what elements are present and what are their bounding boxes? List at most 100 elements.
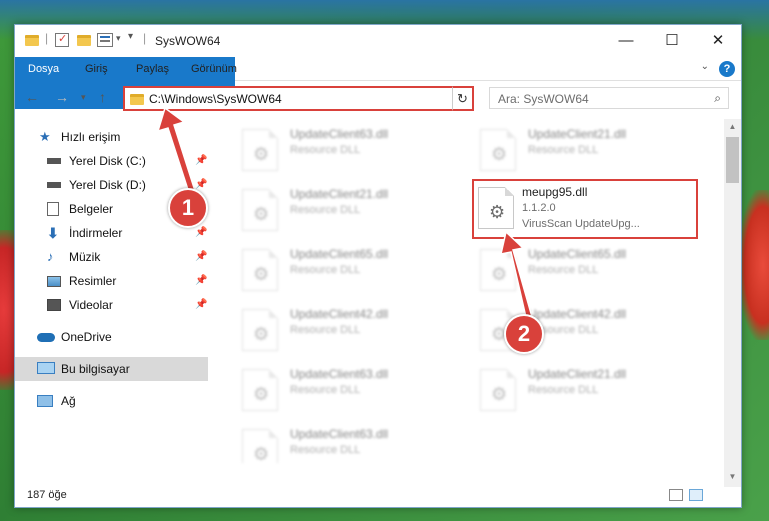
up-button[interactable]: ↑	[99, 89, 106, 105]
file-description: Resource DLL	[290, 384, 361, 396]
explorer-window: | ✓ ▾ ▾ | SysWOW64 — ☐ ✕ Dosya Giriş Pay…	[14, 24, 742, 508]
sidebar-item-quick-access[interactable]: ★ Hızlı erişim	[15, 125, 208, 149]
music-icon: ♪	[47, 249, 54, 264]
search-input[interactable]: Ara: SysWOW64 ⌕	[489, 87, 729, 109]
file-name: UpdateClient65.dll	[290, 247, 389, 261]
dll-file-icon: ⚙	[242, 189, 278, 231]
sidebar-item-this-pc[interactable]: Bu bilgisayar	[15, 357, 208, 381]
sidebar-item-onedrive[interactable]: OneDrive	[15, 325, 208, 349]
sidebar-item-pictures[interactable]: Resimler 📌	[15, 269, 208, 293]
dll-file-icon: ⚙	[242, 429, 278, 463]
file-name: UpdateClient42.dll	[290, 307, 389, 321]
file-item-meupg95[interactable]: ⚙ meupg95.dll 1.1.2.0 VirusScan UpdateUp…	[472, 179, 698, 239]
sidebar-item-disk-c[interactable]: Yerel Disk (C:) 📌	[15, 149, 208, 173]
file-name: UpdateClient63.dll	[290, 127, 389, 141]
expand-ribbon-icon[interactable]: ⌄	[701, 61, 709, 72]
sidebar-item-label: Belgeler	[69, 202, 114, 216]
pin-icon: 📌	[195, 275, 208, 286]
pin-icon: 📌	[195, 251, 208, 262]
file-description: VirusScan UpdateUpg...	[522, 218, 640, 230]
file-description: Resource DLL	[528, 144, 599, 156]
network-icon	[37, 395, 53, 407]
search-icon[interactable]: ⌕	[714, 91, 721, 106]
minimize-button[interactable]: —	[603, 25, 649, 57]
scroll-up-icon[interactable]: ▲	[724, 119, 741, 135]
large-icons-view-icon[interactable]	[689, 489, 703, 501]
sidebar-item-videos[interactable]: Videolar 📌	[15, 293, 208, 317]
close-button[interactable]: ✕	[695, 25, 741, 57]
navigation-bar: ← → ▾ ↑ C:\Windows\SysWOW64 ⌄ ↻ Ara: Sys…	[15, 83, 741, 113]
gear-icon: ⚙	[253, 324, 270, 344]
file-item[interactable]: ⚙ UpdateClient63.dll Resource DLL	[236, 363, 456, 415]
sidebar-item-network[interactable]: Ağ	[15, 389, 208, 413]
tab-view[interactable]: Görünüm	[191, 57, 237, 81]
download-icon: ⬇	[47, 225, 59, 241]
vertical-scrollbar[interactable]: ▲ ▼	[724, 119, 741, 487]
new-folder-icon[interactable]	[77, 35, 91, 46]
gear-icon: ⚙	[253, 204, 270, 224]
file-item[interactable]: ⚙ UpdateClient42.dll Resource DLL	[236, 303, 456, 355]
file-item[interactable]: ⚙ UpdateClient65.dll Resource DLL	[474, 243, 694, 295]
file-description: Resource DLL	[528, 384, 599, 396]
file-description: Resource DLL	[290, 324, 361, 336]
sidebar-item-music[interactable]: ♪ Müzik 📌	[15, 245, 208, 269]
sidebar-item-label: Yerel Disk (D:)	[69, 178, 146, 192]
computer-icon	[37, 362, 55, 374]
separator: |	[45, 31, 49, 45]
gear-icon: ⚙	[491, 144, 508, 164]
back-button[interactable]: ←	[25, 89, 39, 105]
scroll-down-icon[interactable]: ▼	[724, 469, 741, 485]
file-description: Resource DLL	[528, 264, 599, 276]
tab-home[interactable]: Giriş	[85, 57, 108, 81]
item-count: 187 öğe	[27, 489, 67, 501]
gear-icon: ⚙	[491, 384, 508, 404]
address-bar[interactable]: C:\Windows\SysWOW64 ⌄	[123, 86, 473, 111]
sidebar-item-label: Müzik	[69, 250, 101, 264]
folder-icon	[130, 94, 144, 105]
file-item[interactable]: ⚙ UpdateClient63.dll Resource DLL	[236, 423, 456, 463]
view-options-icon[interactable]	[97, 33, 113, 47]
details-view-icon[interactable]	[669, 489, 683, 501]
sidebar-item-label: Videolar	[69, 298, 113, 312]
file-item[interactable]: ⚙ UpdateClient21.dll Resource DLL	[474, 123, 694, 175]
file-description: Resource DLL	[290, 204, 361, 216]
customize-toolbar-icon[interactable]: ▾	[128, 31, 133, 47]
sidebar-item-label: Ağ	[61, 394, 76, 408]
sidebar-item-label: OneDrive	[61, 330, 112, 344]
step-1-badge: 1	[168, 188, 208, 228]
drive-icon	[47, 158, 61, 164]
gear-icon: ⚙	[491, 264, 508, 284]
file-list: ⚙ UpdateClient63.dll Resource DLL ⚙ Upda…	[222, 119, 722, 479]
file-name: UpdateClient21.dll	[290, 187, 389, 201]
pin-icon: 📌	[195, 299, 208, 310]
file-description: Resource DLL	[290, 444, 361, 456]
title-bar: | ✓ ▾ ▾ | SysWOW64 — ☐ ✕	[15, 25, 741, 57]
address-path: C:\Windows\SysWOW64	[149, 92, 282, 106]
star-icon: ★	[39, 129, 51, 144]
forward-button[interactable]: →	[55, 89, 69, 105]
documents-icon	[47, 202, 59, 216]
refresh-button[interactable]: ↻	[452, 86, 474, 111]
help-icon[interactable]: ?	[719, 61, 735, 77]
file-item[interactable]: ⚙ UpdateClient21.dll Resource DLL	[236, 183, 456, 235]
sidebar-item-label: İndirmeler	[69, 226, 123, 240]
file-name: UpdateClient65.dll	[528, 247, 627, 261]
pictures-icon	[47, 276, 61, 287]
gear-icon: ⚙	[253, 384, 270, 404]
videos-icon	[47, 299, 61, 311]
file-item[interactable]: ⚙ UpdateClient21.dll Resource DLL	[474, 363, 694, 415]
maximize-button[interactable]: ☐	[649, 25, 695, 57]
scrollbar-thumb[interactable]	[726, 137, 739, 183]
recent-locations-icon[interactable]: ▾	[81, 92, 86, 103]
chevron-down-icon[interactable]: ▾	[116, 33, 121, 49]
dll-file-icon: ⚙	[242, 129, 278, 171]
sidebar-item-label: Bu bilgisayar	[61, 362, 130, 376]
file-item[interactable]: ⚙ UpdateClient65.dll Resource DLL	[236, 243, 456, 295]
properties-icon[interactable]: ✓	[55, 33, 69, 47]
file-description: Resource DLL	[290, 264, 361, 276]
navigation-pane: ★ Hızlı erişim Yerel Disk (C:) 📌 Yerel D…	[15, 121, 208, 481]
file-item[interactable]: ⚙ UpdateClient63.dll Resource DLL	[236, 123, 456, 175]
file-name: meupg95.dll	[522, 185, 588, 199]
tab-share[interactable]: Paylaş	[136, 57, 169, 81]
sidebar-item-label: Hızlı erişim	[61, 130, 121, 144]
